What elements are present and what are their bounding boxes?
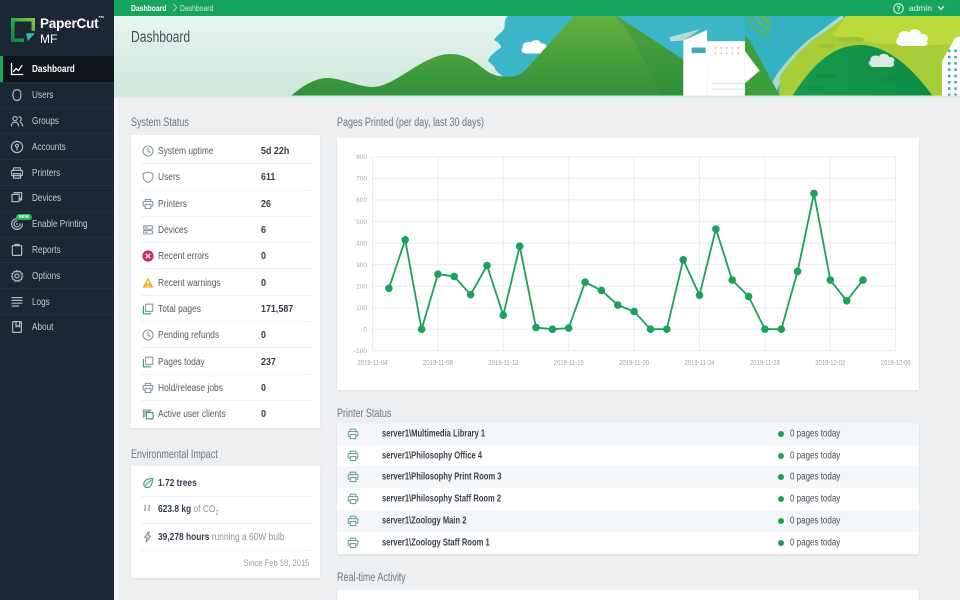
svg-text:2019-12-06: 2019-12-06 (881, 360, 911, 367)
svg-text:300: 300 (356, 262, 367, 269)
svg-text:?: ? (896, 6, 900, 13)
svg-text:500: 500 (356, 219, 367, 226)
svg-text:2019-11-28: 2019-11-28 (750, 360, 780, 367)
svg-text:800: 800 (356, 154, 367, 161)
svg-text:600: 600 (356, 197, 367, 204)
svg-text:400: 400 (356, 240, 367, 247)
svg-text:200: 200 (356, 283, 367, 290)
svg-text:100: 100 (356, 305, 367, 312)
svg-text:2019-11-16: 2019-11-16 (554, 360, 584, 367)
svg-text:2019-12-02: 2019-12-02 (815, 360, 845, 367)
svg-text:2019-11-12: 2019-11-12 (488, 360, 518, 367)
svg-text:2019-11-04: 2019-11-04 (358, 360, 388, 367)
svg-text:0: 0 (363, 327, 367, 334)
svg-text:2019-11-20: 2019-11-20 (619, 360, 649, 367)
svg-text:700: 700 (356, 176, 367, 183)
svg-text:2019-11-08: 2019-11-08 (423, 360, 453, 367)
svg-text:-100: -100 (354, 348, 367, 355)
svg-text:2019-11-24: 2019-11-24 (685, 360, 715, 367)
